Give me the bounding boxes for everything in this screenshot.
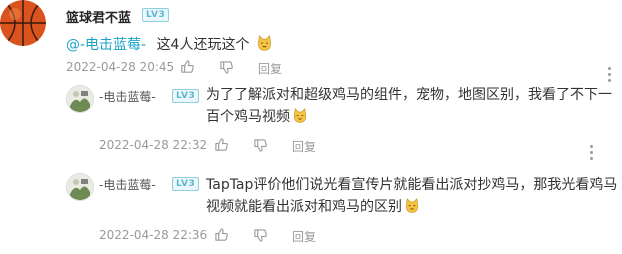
thumbs-down-icon[interactable] [253,228,268,243]
reply-button[interactable]: 回复 [292,138,316,155]
user-avatar-icon [67,174,93,200]
reply-text: TapTap评价他们说光看宣传片就能看出派对抄鸡马，那我光看鸡马视频就能看出派对… [206,174,618,218]
cat-smile-emoji-icon [293,108,307,123]
reply-button[interactable]: 回复 [292,228,316,245]
avatar[interactable] [0,0,46,46]
basketball-avatar-icon [0,0,46,46]
thumbs-up-icon[interactable] [214,227,229,242]
username[interactable]: 篮球君不蓝 [66,7,131,26]
cat-smile-emoji-icon [405,198,419,213]
thumbs-down-icon[interactable] [253,138,268,153]
reply-text: 为了了解派对和超级鸡马的组件，宠物，地图区别，我看了不下一百个鸡马视频 [206,84,618,128]
comment-body: 这4人还玩这个 [156,37,250,53]
more-options-icon[interactable] [590,145,594,163]
username[interactable]: -电击蓝莓- [99,176,156,193]
reply-button[interactable]: 回复 [258,60,282,77]
more-options-icon[interactable] [608,67,612,85]
comment-text: @-电击蓝莓- 这4人还玩这个 [66,34,273,54]
mention-link[interactable]: @-电击蓝莓- [66,37,146,53]
level-badge: LV3 [142,8,170,22]
cat-smile-emoji-icon [258,35,271,51]
user-avatar-icon [67,86,93,112]
thumbs-up-icon[interactable] [180,59,195,74]
timestamp: 2022-04-28 22:32 [99,138,208,152]
thumbs-down-icon[interactable] [219,60,234,75]
level-badge: LV3 [172,89,200,103]
thumbs-up-icon[interactable] [214,137,229,152]
username[interactable]: -电击蓝莓- [99,88,156,105]
level-badge: LV3 [172,177,200,191]
avatar[interactable] [66,173,94,201]
avatar[interactable] [66,85,94,113]
reply-body: 为了了解派对和超级鸡马的组件，宠物，地图区别，我看了不下一百个鸡马视频 [206,87,612,125]
timestamp: 2022-04-28 22:36 [99,228,208,242]
timestamp: 2022-04-28 20:45 [66,60,175,74]
